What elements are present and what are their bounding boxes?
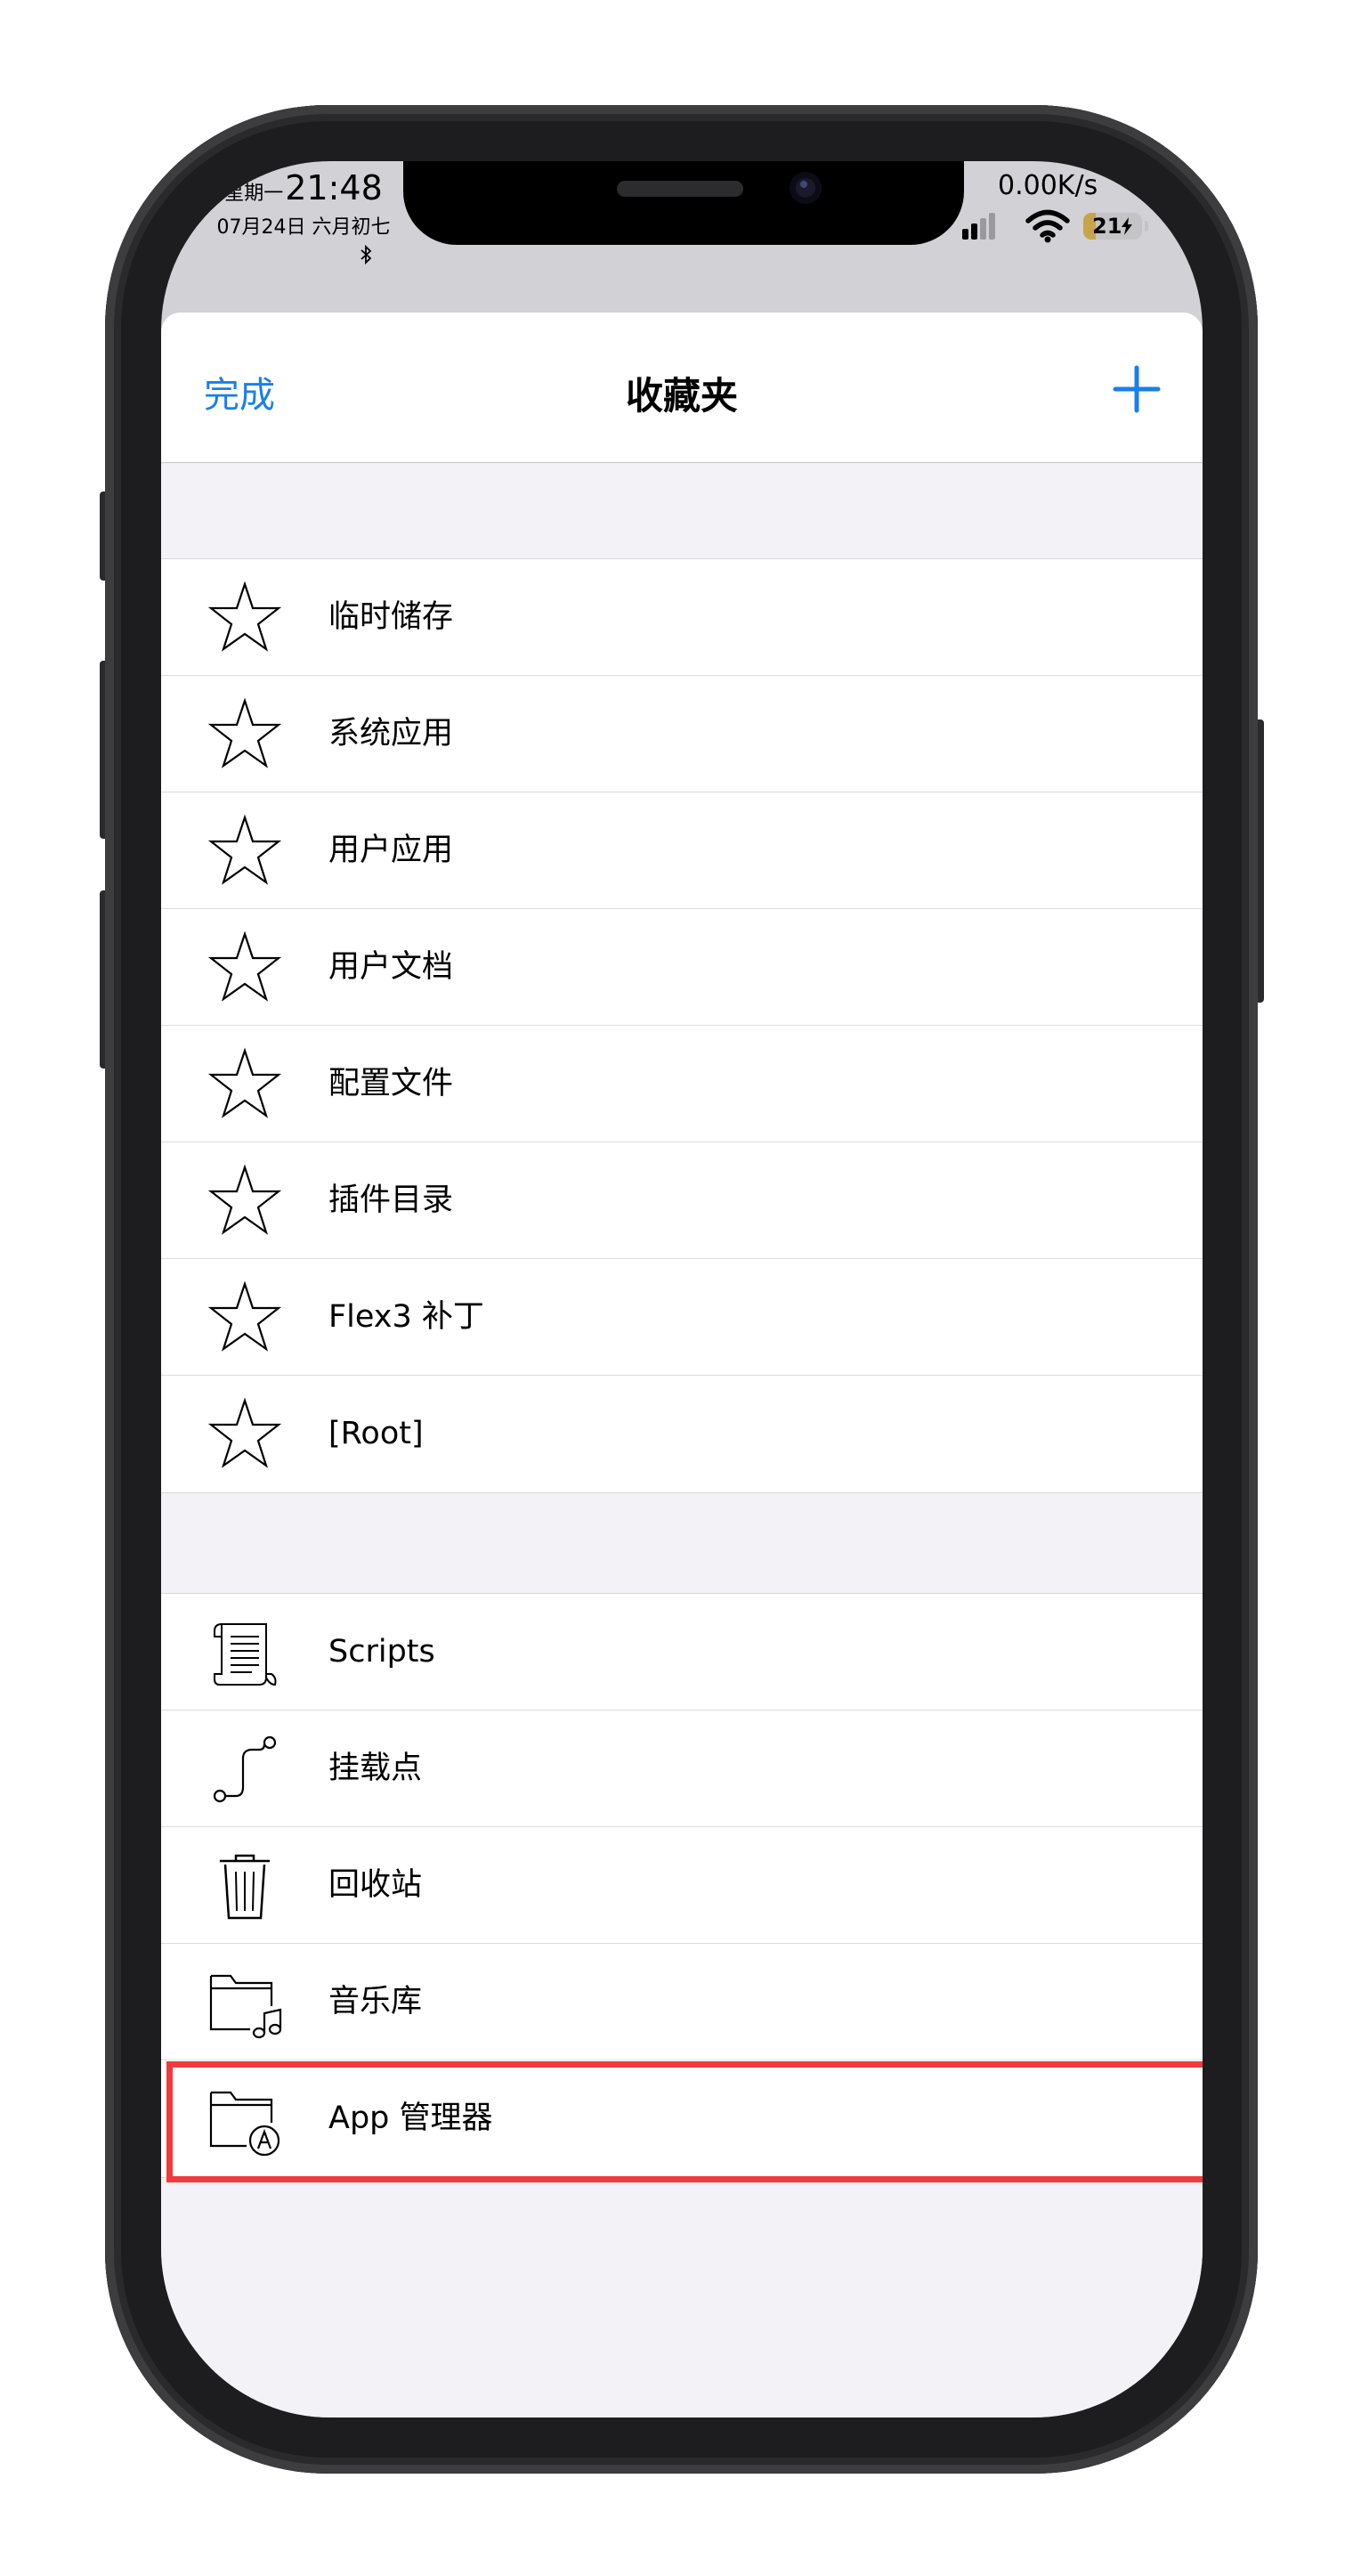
battery-level: 21 [1092, 214, 1122, 239]
status-date: 07月24日 六月初七 [216, 216, 391, 239]
battery-cap [1145, 221, 1148, 232]
charging-bolt-icon [1122, 217, 1132, 235]
list-item[interactable]: 插件目录 [161, 1142, 1203, 1259]
list-item-label: Flex3 补丁 [328, 1299, 484, 1335]
list-item[interactable]: Scripts [161, 1594, 1203, 1711]
star-icon [207, 1280, 282, 1352]
bluetooth-icon [339, 244, 393, 270]
star-icon [207, 814, 282, 885]
favorites-list: 临时储存 系统应用 用户应用 用户文档 配置文件 插件目录 Flex3 补丁 [… [161, 558, 1203, 1493]
star-icon [207, 1164, 282, 1235]
list-item[interactable]: 配置文件 [161, 1026, 1203, 1142]
list-item-label: App 管理器 [328, 2101, 493, 2136]
list-item[interactable]: 回收站 [161, 1827, 1203, 1944]
mount-path-icon [213, 1735, 277, 1803]
list-item-label: 配置文件 [328, 1066, 454, 1101]
front-camera [790, 172, 822, 204]
star-icon [207, 1397, 282, 1468]
battery-icon: 21 [1083, 213, 1142, 240]
net-speed: 0.00K/s [998, 170, 1098, 201]
star-icon [207, 930, 282, 1002]
list-item[interactable]: Flex3 补丁 [161, 1259, 1203, 1376]
favorites-sheet: 完成 收藏夹 临时储存 系统应用 用户应用 用户文档 配置文件 插件目录 Fle… [161, 313, 1203, 2418]
plus-icon[interactable] [1112, 364, 1162, 414]
list-item-label: 系统应用 [328, 716, 454, 752]
notch [403, 161, 964, 245]
status-time: 21:48 [285, 168, 383, 207]
star-icon [207, 581, 282, 652]
nav-bar: 完成 收藏夹 [161, 313, 1203, 463]
list-item[interactable]: 用户文档 [161, 909, 1203, 1026]
status-weekday: 星期一 [224, 183, 284, 205]
locations-list: Scripts 挂载点 回收站 音乐库 App 管理器 [161, 1593, 1203, 2178]
cellular-signal-icon [962, 213, 995, 240]
list-item[interactable]: App 管理器 [161, 2060, 1203, 2177]
list-item[interactable]: 系统应用 [161, 676, 1203, 792]
list-item[interactable]: 用户应用 [161, 792, 1203, 909]
music-folder-icon [209, 1974, 282, 2039]
speaker-grille [617, 181, 743, 197]
list-item-label: 临时储存 [328, 599, 454, 635]
list-item[interactable]: 临时储存 [161, 559, 1203, 676]
phone-screen: 星期一 21:48 07月24日 六月初七 0.00K/s 21 完成 收藏夹 … [161, 161, 1203, 2418]
app-folder-icon [209, 2091, 280, 2157]
list-item-label: 音乐库 [328, 1984, 423, 2019]
list-item-label: 用户应用 [328, 833, 454, 868]
list-item[interactable]: [Root] [161, 1376, 1203, 1492]
list-item-label: 回收站 [328, 1867, 423, 1903]
status-bar-left: 星期一 21:48 07月24日 六月初七 [215, 168, 393, 270]
list-item[interactable]: 音乐库 [161, 1944, 1203, 2060]
wifi-icon [1025, 209, 1070, 243]
star-icon [207, 1047, 282, 1118]
page-title: 收藏夹 [625, 374, 738, 418]
star-icon [207, 697, 282, 768]
trash-icon [220, 1854, 270, 1920]
list-item-label: [Root] [328, 1416, 424, 1451]
scroll-icon [214, 1623, 277, 1686]
list-item-label: Scripts [328, 1634, 435, 1670]
list-item-label: 插件目录 [328, 1182, 454, 1218]
list-item-label: 用户文档 [328, 949, 454, 985]
list-item-label: 挂载点 [328, 1751, 423, 1786]
list-item[interactable]: 挂载点 [161, 1711, 1203, 1827]
